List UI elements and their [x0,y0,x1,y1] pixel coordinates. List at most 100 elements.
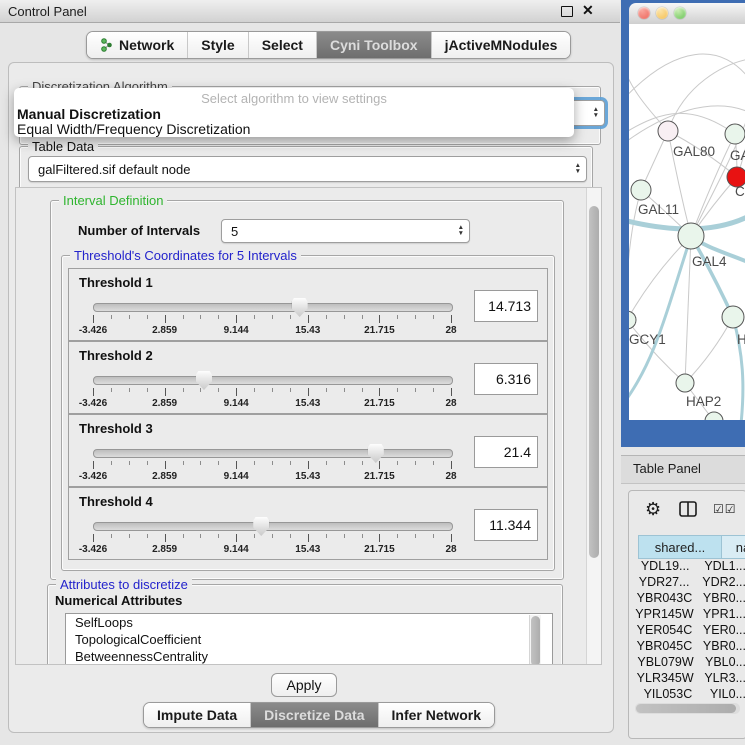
threshold-value-field[interactable]: 6.316 [474,363,538,395]
network-node-gal11[interactable] [631,180,651,200]
network-node-gcy1[interactable] [629,311,636,329]
network-node-gal4[interactable] [678,223,704,249]
tab-infer-network[interactable]: Infer Network [379,703,494,727]
tick-mark [254,461,255,465]
mac-close-icon[interactable] [638,7,650,19]
algorithm-dropdown: Select algorithm to view settings Manual… [14,88,574,137]
threshold-slider[interactable]: -3.4262.8599.14415.4321.71528 [93,443,451,485]
tick-mark [200,388,201,392]
table-row[interactable]: YDR27...YDR2... [633,575,745,591]
interval-definition-group: Interval Definition Number of Intervals … [50,200,564,580]
threshold-slider[interactable]: -3.4262.8599.14415.4321.71528 [93,297,451,339]
table-cell-shared-name: YBR045C [633,639,696,655]
table-row[interactable]: YPR145WYPR1... [633,607,745,623]
slider-ticks [93,461,451,470]
slider-track[interactable] [93,376,453,385]
table-row[interactable]: YER054CYER0... [633,623,745,639]
mac-zoom-icon[interactable] [674,7,686,19]
attributes-scrollbar[interactable] [529,615,541,665]
network-node-h[interactable] [722,306,744,328]
tick-label: 2.859 [152,544,177,555]
tick-label: 2.859 [152,471,177,482]
tick-mark [218,534,219,538]
dropdown-option-manual-discretization[interactable]: Manual Discretization [17,106,161,122]
tab-discretize-data[interactable]: Discretize Data [251,703,378,727]
control-panel-title: Control Panel [8,4,87,19]
float-icon[interactable] [561,6,573,17]
tick-mark [451,388,452,396]
tick-mark [362,461,363,465]
network-edge [668,59,745,131]
table-data-combobox[interactable]: galFiltered.sif default node ▲▼ [28,156,587,182]
threshold-row: Threshold 4-3.4262.8599.14415.4321.71528… [68,487,548,560]
mac-minimize-icon[interactable] [656,7,668,19]
table-row[interactable]: YBR043CYBR0... [633,591,745,607]
tick-mark [129,534,130,538]
tick-mark [379,315,380,323]
split-column-icon[interactable] [679,501,697,517]
tab-select[interactable]: Select [249,32,317,58]
table-data-group: Table Data galFiltered.sif default node … [19,146,593,191]
apply-button[interactable]: Apply [271,673,337,697]
tick-mark [183,388,184,392]
slider-track[interactable] [93,303,453,312]
tick-mark [254,534,255,538]
tick-mark [254,388,255,392]
attribute-item[interactable]: TopologicalCoefficient [66,631,552,648]
network-node-label: GAL80 [673,144,715,159]
table-row[interactable]: YBL079WYBL0... [633,655,745,671]
tick-label: 28 [445,544,456,555]
network-canvas[interactable]: GAL80GACGAL11GAL4GCY1HHAP2 [629,24,745,420]
network-node-ga[interactable] [725,124,745,144]
tab-label: Cyni Toolbox [330,37,418,53]
network-window-titlebar[interactable] [629,3,745,25]
dropdown-option-equal-width-frequency-discretization[interactable]: Equal Width/Frequency Discretization [17,121,250,137]
tick-mark [272,534,273,538]
tab-network[interactable]: Network [87,32,188,58]
table-row[interactable]: YIL053CYIL0... [633,687,745,699]
tick-mark [433,461,434,465]
threshold-value-field[interactable]: 14.713 [474,290,538,322]
gear-icon[interactable]: ⚙ [645,499,661,520]
network-node-gal80[interactable] [658,121,678,141]
screen: Control Panel ✕ NetworkStyleSelect Cyni T… [0,0,745,745]
num-intervals-combobox[interactable]: 5 ▲▼ [221,219,470,243]
table-row[interactable]: YLR345WYLR3... [633,671,745,687]
threshold-slider[interactable]: -3.4262.8599.14415.4321.71528 [93,370,451,412]
slider-track[interactable] [93,522,453,531]
threshold-slider[interactable]: -3.4262.8599.14415.4321.71528 [93,516,451,558]
tab-jactivemnodules[interactable]: jActiveMNodules [432,32,571,58]
table-row[interactable]: YDL19...YDL1... [633,559,745,575]
tab-cyni-toolbox[interactable]: Cyni Toolbox [317,32,432,58]
table-cell-name: YER0... [696,623,745,639]
tab-impute-data[interactable]: Impute Data [144,703,251,727]
slider-ticks [93,315,451,324]
table-row[interactable]: YBR045CYBR0... [633,639,745,655]
network-node-hap2[interactable] [676,374,694,392]
slider-track[interactable] [93,449,453,458]
checkbox-icons[interactable]: ☑☑ [713,502,737,516]
table-rows: YDL19...YDL1...YDR27...YDR2...YBR043CYBR… [633,559,745,699]
threshold-value-field[interactable]: 11.344 [474,509,538,541]
close-icon[interactable]: ✕ [582,2,594,19]
numerical-attributes-list[interactable]: SelfLoopsTopologicalCoefficientBetweenne… [65,613,553,665]
attribute-item[interactable]: BetweennessCentrality [66,648,552,665]
tick-label: 2.859 [152,398,177,409]
tick-mark [218,315,219,319]
threshold-value-field[interactable]: 21.4 [474,436,538,468]
tab-style[interactable]: Style [188,32,248,58]
tick-mark [111,315,112,319]
table-h-scrollbar[interactable] [635,703,740,714]
tick-label: 28 [445,471,456,482]
attribute-item[interactable]: SelfLoops [66,614,552,631]
tick-mark [308,534,309,542]
tick-mark [290,388,291,392]
threshold-label: Threshold 2 [79,348,153,363]
tick-label: -3.426 [79,325,107,336]
thresholds-group-title: Threshold's Coordinates for 5 Intervals [70,248,301,263]
settings-scrollbar[interactable] [586,188,602,664]
column-header-name[interactable]: name [721,535,745,559]
table-cell-shared-name: YBL079W [633,655,698,671]
column-header-shared-name[interactable]: shared... [638,535,722,559]
control-panel-titlebar: Control Panel ✕ [0,0,620,23]
